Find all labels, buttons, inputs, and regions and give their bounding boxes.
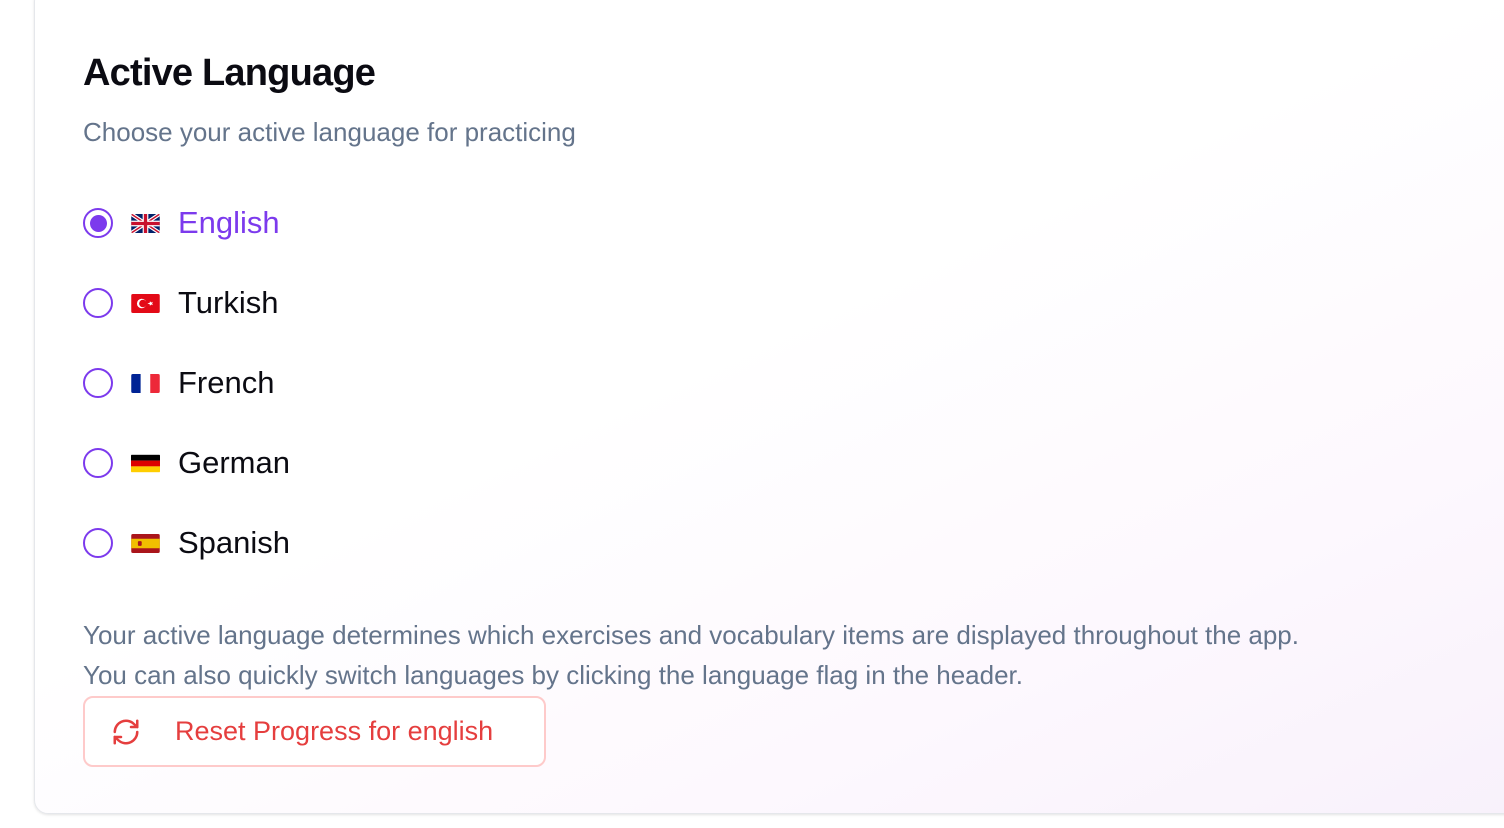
language-label-german: German xyxy=(178,445,290,480)
reset-progress-button[interactable]: Reset Progress for english xyxy=(83,696,546,767)
turkey-flag-icon xyxy=(131,293,160,313)
language-label-french: French xyxy=(178,365,275,400)
language-label-english: English xyxy=(178,205,280,240)
language-label-turkish: Turkish xyxy=(178,285,279,320)
help-text-line-1: Your active language determines which ex… xyxy=(83,620,1299,650)
language-option-turkish[interactable]: Turkish xyxy=(83,282,290,324)
language-option-french[interactable]: French xyxy=(83,362,290,404)
help-text: Your active language determines which ex… xyxy=(83,615,1299,695)
radio-button-english[interactable] xyxy=(83,208,113,238)
language-radio-group: English Turkish French German Spanish xyxy=(83,202,290,602)
spain-flag-icon xyxy=(131,533,160,553)
refresh-icon xyxy=(111,717,141,747)
radio-button-german[interactable] xyxy=(83,448,113,478)
language-option-german[interactable]: German xyxy=(83,442,290,484)
section-subtitle: Choose your active language for practici… xyxy=(83,117,576,147)
section-title: Active Language xyxy=(83,52,376,94)
language-option-spanish[interactable]: Spanish xyxy=(83,522,290,564)
language-label-spanish: Spanish xyxy=(178,525,291,560)
france-flag-icon xyxy=(131,373,160,393)
radio-selected-dot xyxy=(89,214,107,232)
uk-flag-icon xyxy=(131,213,160,233)
radio-button-french[interactable] xyxy=(83,368,113,398)
radio-button-turkish[interactable] xyxy=(83,288,113,318)
radio-button-spanish[interactable] xyxy=(83,528,113,558)
reset-progress-label: Reset Progress for english xyxy=(175,716,494,746)
help-text-line-2: You can also quickly switch languages by… xyxy=(83,660,1023,690)
language-option-english[interactable]: English xyxy=(83,202,290,244)
germany-flag-icon xyxy=(131,453,160,473)
